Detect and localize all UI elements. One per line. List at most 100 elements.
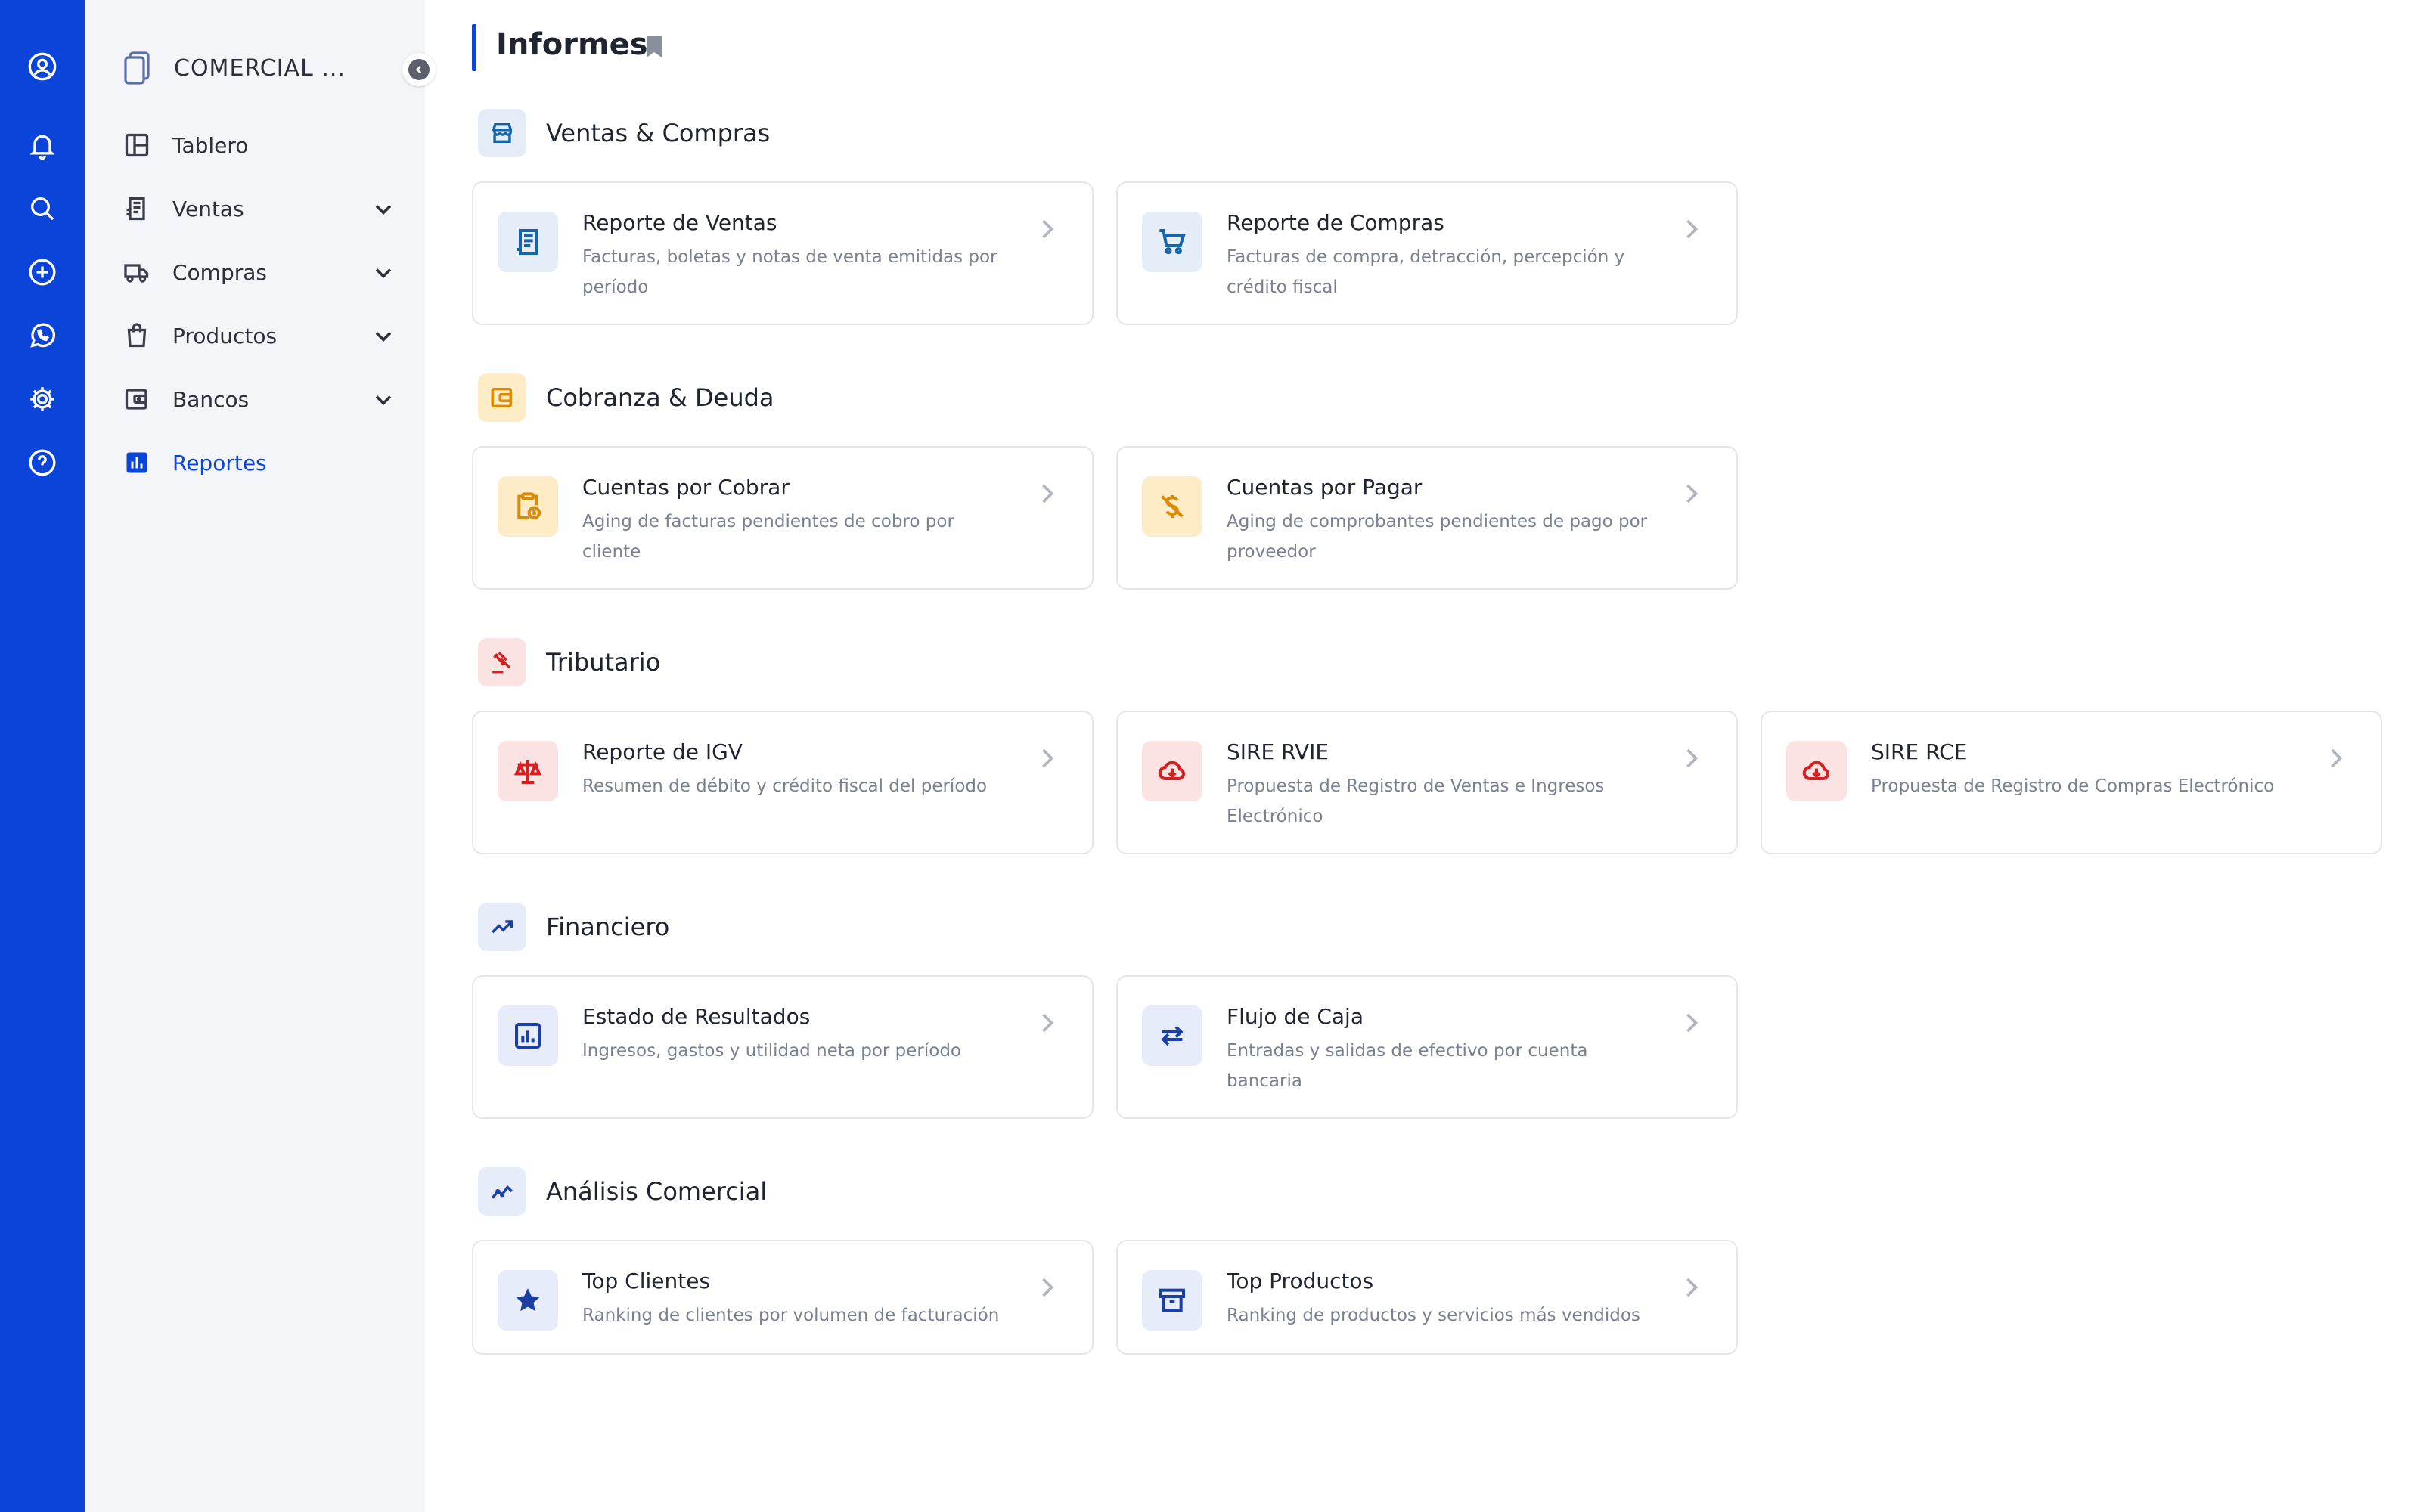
sidebar-item-label: Bancos: [172, 386, 250, 412]
card-description: Ingresos, gastos y utilidad neta por per…: [582, 1041, 962, 1061]
section-financiero: Financiero: [478, 903, 669, 951]
icon-rail: [0, 0, 85, 1512]
chevron-down-icon: [375, 268, 392, 279]
chevron-down-icon: [375, 205, 392, 215]
chart-box-icon: [515, 1023, 541, 1049]
help-circle-icon[interactable]: [26, 446, 59, 479]
card-reporte-ventas[interactable]: Reporte de Ventas Facturas, boletas y no…: [472, 181, 1094, 325]
card-description: Ranking de clientes por volumen de factu…: [582, 1306, 1000, 1325]
card-reporte-compras[interactable]: Reporte de Compras Facturas de compra, d…: [1116, 181, 1738, 325]
sidebar-item-label: Productos: [172, 323, 278, 349]
star-icon: [516, 1288, 540, 1312]
sidebar-item-label: Ventas: [172, 196, 244, 222]
card-description: Aging de facturas pendientes de cobro po…: [582, 512, 954, 562]
chevron-right-icon: [1686, 1013, 1699, 1033]
plus-circle-icon[interactable]: [26, 256, 59, 289]
cart-icon: [1159, 229, 1186, 255]
chevron-right-icon: [1042, 1278, 1054, 1297]
card-title: Top Clientes: [582, 1269, 711, 1294]
sidebar-item-compras[interactable]: Compras: [123, 251, 395, 293]
chevron-right-icon: [1686, 219, 1699, 239]
sidebar-item-tablero[interactable]: Tablero: [123, 124, 395, 166]
section-title: Cobranza & Deuda: [546, 383, 774, 412]
card-title: Top Productos: [1227, 1269, 1374, 1294]
card-flujo-caja[interactable]: Flujo de Caja Entradas y salidas de efec…: [1116, 975, 1738, 1119]
card-description: Resumen de débito y crédito fiscal del p…: [582, 776, 988, 796]
gavel-icon: [492, 652, 511, 674]
analytics-icon: [491, 1185, 513, 1199]
card-estado-resultados[interactable]: Estado de Resultados Ingresos, gastos y …: [472, 975, 1094, 1119]
card-title: Estado de Resultados: [582, 1004, 811, 1029]
company-selector[interactable]: COMERCIAL ...: [123, 48, 430, 88]
section-ventas-compras: Ventas & Compras: [478, 109, 770, 157]
chevron-right-icon: [1042, 748, 1054, 768]
dollar-off-icon: [1161, 495, 1184, 518]
company-name: COMERCIAL ...: [174, 54, 346, 82]
card-reporte-igv[interactable]: Reporte de IGV Resumen de débito y crédi…: [472, 711, 1094, 854]
sidebar: COMERCIAL ... Tablero Ventas Compras Pro…: [85, 0, 436, 1512]
section-cobranza-deuda: Cobranza & Deuda: [478, 373, 774, 422]
card-title: Cuentas por Cobrar: [582, 475, 790, 500]
cloud-download-icon: [1158, 761, 1185, 780]
chevron-right-icon: [1042, 1013, 1054, 1033]
bag-icon: [127, 323, 147, 348]
card-description: Ranking de productos y servicios más ven…: [1227, 1306, 1640, 1325]
section-title: Financiero: [546, 912, 670, 941]
card-cuentas-cobrar[interactable]: Cuentas por Cobrar Aging de facturas pen…: [472, 446, 1094, 590]
sidebar-item-bancos[interactable]: Bancos: [123, 378, 395, 420]
card-description: Propuesta de Registro de Ventas e Ingres…: [1227, 776, 1605, 826]
card-title: Reporte de Ventas: [582, 210, 777, 235]
layout-icon: [125, 133, 149, 157]
gear-icon[interactable]: [26, 383, 59, 416]
wallet-icon: [491, 387, 513, 408]
main-content: Informes Ventas & Compras Reporte de Ven…: [425, 0, 2420, 1512]
trending-up-icon: [492, 920, 513, 934]
page-title: Informes: [496, 27, 648, 62]
card-cuentas-pagar[interactable]: Cuentas por Pagar Aging de comprobantes …: [1116, 446, 1738, 590]
card-title: SIRE RCE: [1871, 739, 1968, 764]
sidebar-item-reportes[interactable]: Reportes: [123, 442, 395, 484]
chevron-right-icon: [1686, 748, 1699, 768]
chevron-right-icon: [1042, 219, 1054, 239]
search-icon[interactable]: [26, 192, 59, 225]
chevron-right-icon: [2331, 748, 2343, 768]
whatsapp-icon[interactable]: [26, 319, 59, 352]
card-description: Aging de comprobantes pendientes de pago…: [1227, 512, 1648, 562]
truck-icon: [124, 264, 149, 283]
card-description: Facturas de compra, detracción, percepci…: [1227, 247, 1625, 297]
chevron-right-icon: [1686, 484, 1699, 503]
card-top-productos[interactable]: Top Productos Ranking de productos y ser…: [1116, 1240, 1738, 1355]
card-title: Reporte de Compras: [1227, 210, 1444, 235]
card-title: Reporte de IGV: [582, 739, 743, 764]
card-sire-rvie[interactable]: SIRE RVIE Propuesta de Registro de Venta…: [1116, 711, 1738, 854]
section-title: Tributario: [546, 648, 661, 677]
card-title: SIRE RVIE: [1227, 739, 1329, 764]
sidebar-item-label: Reportes: [172, 450, 267, 476]
wallet-icon: [125, 389, 147, 410]
archive-icon: [1159, 1288, 1185, 1312]
sidebar-item-label: Compras: [172, 259, 267, 285]
swap-arrows-icon: [1161, 1025, 1184, 1046]
bar-chart-icon: [126, 452, 147, 473]
store-icon: [491, 122, 513, 144]
card-description: Propuesta de Registro de Compras Electró…: [1871, 776, 2275, 796]
bell-icon[interactable]: [26, 129, 59, 162]
receipt-icon: [517, 229, 538, 255]
card-top-clientes[interactable]: Top Clientes Ranking de clientes por vol…: [472, 1240, 1094, 1355]
section-tributario: Tributario: [478, 638, 660, 686]
sidebar-item-productos[interactable]: Productos: [123, 314, 395, 357]
chevron-right-icon: [1686, 1278, 1699, 1297]
user-circle-icon[interactable]: [26, 50, 59, 83]
documents-icon: [124, 51, 150, 85]
card-description: Facturas, boletas y notas de venta emiti…: [582, 247, 997, 297]
card-description: Entradas y salidas de efectivo por cuent…: [1227, 1041, 1588, 1091]
section-title: Análisis Comercial: [546, 1177, 768, 1206]
section-analisis-comercial: Análisis Comercial: [478, 1167, 767, 1216]
section-title: Ventas & Compras: [546, 119, 771, 147]
chevron-left-icon: [415, 65, 422, 74]
card-sire-rce[interactable]: SIRE RCE Propuesta de Registro de Compra…: [1761, 711, 2382, 854]
sidebar-item-ventas[interactable]: Ventas: [123, 187, 395, 230]
bookmark-icon[interactable]: [644, 35, 664, 59]
sidebar-item-label: Tablero: [172, 132, 249, 158]
chevron-down-icon: [375, 395, 392, 406]
